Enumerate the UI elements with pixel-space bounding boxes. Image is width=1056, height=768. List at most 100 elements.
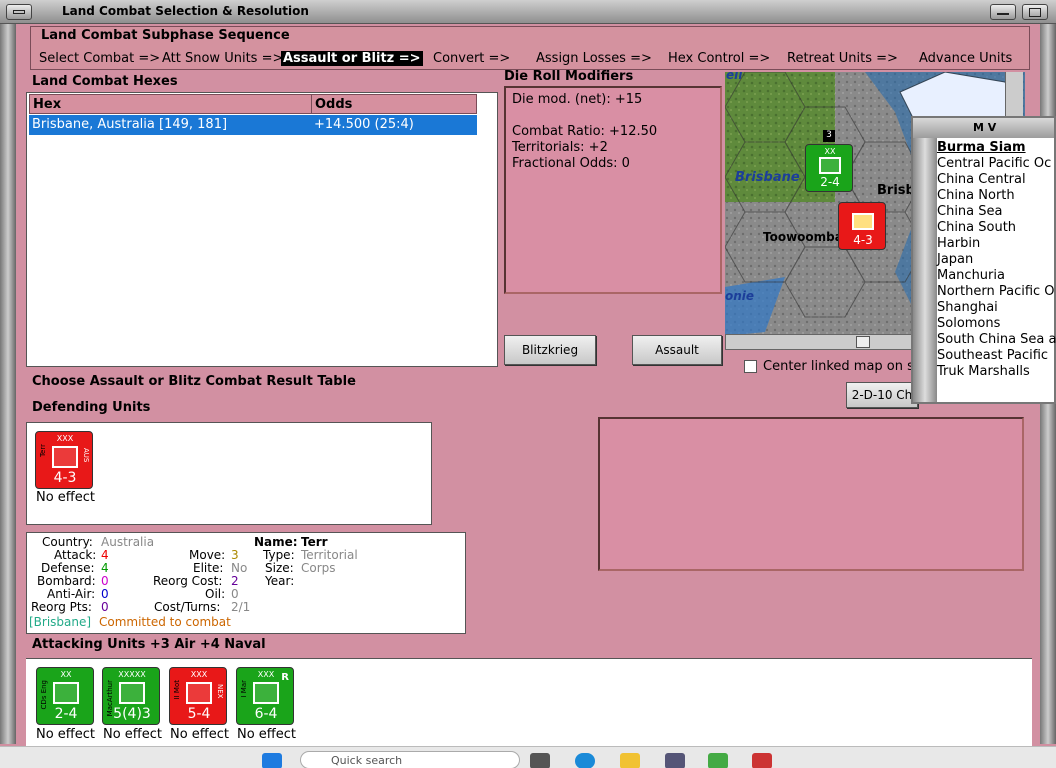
map-counter-size: XX <box>824 147 836 156</box>
search-input[interactable]: Quick search <box>300 751 520 768</box>
map-label-toowoomba: Toowoomba <box>763 230 843 244</box>
subphase-header: Land Combat Subphase Sequence <box>41 28 290 43</box>
drm-fractional: Fractional Odds: 0 <box>512 156 630 171</box>
center-link-checkbox[interactable] <box>744 360 757 373</box>
cost-value: 2/1 <box>231 600 251 614</box>
col-odds[interactable]: Odds <box>311 94 477 114</box>
hexes-table: Hex Odds Brisbane, Australia [149, 181] … <box>26 92 498 367</box>
mv-list: Burma Siam Central Pacific Oc China Cent… <box>937 140 1056 380</box>
marine-symbol-icon <box>253 682 279 704</box>
list-item[interactable]: Central Pacific Oc <box>937 156 1056 172</box>
step-retreat[interactable]: Retreat Units => <box>787 51 898 66</box>
motorized-symbol-icon <box>186 682 212 704</box>
map-horizontal-scrollbar[interactable] <box>725 334 915 350</box>
step-assign-losses[interactable]: Assign Losses => <box>536 51 652 66</box>
center-link-label: Center linked map on s <box>763 359 914 374</box>
list-item[interactable]: China South <box>937 220 1056 236</box>
reorg-value: 0 <box>101 600 109 614</box>
attacking-result-2: No effect <box>103 727 163 742</box>
counter-name: Terr <box>39 444 47 458</box>
assault-button[interactable]: Assault <box>632 335 722 365</box>
dice-button[interactable]: 2-D-10 Ch <box>846 382 918 408</box>
result-panel <box>598 417 1024 571</box>
hexes-label: Land Combat Hexes <box>32 74 178 89</box>
list-item[interactable]: Northern Pacific O <box>937 284 1056 300</box>
list-item[interactable]: South China Sea a <box>937 332 1056 348</box>
counter-strength: 2-4 <box>54 706 78 722</box>
counter-strength: 6-4 <box>254 706 278 722</box>
list-item[interactable]: China Sea <box>937 204 1056 220</box>
attacking-counter-2[interactable]: XXXXX MacArthur 5(4)3 <box>102 667 160 725</box>
calculator-icon[interactable] <box>665 753 685 768</box>
defending-counter[interactable]: XXX Terr AUS 4-3 <box>35 431 93 489</box>
step-hex-control[interactable]: Hex Control => <box>668 51 770 66</box>
list-item[interactable]: China North <box>937 188 1056 204</box>
map-counter-green[interactable]: XX 2-4 <box>805 144 853 192</box>
list-item[interactable]: Shanghai <box>937 300 1056 316</box>
blitzkrieg-button[interactable]: Blitzkrieg <box>504 335 596 365</box>
scroll-thumb[interactable] <box>856 336 870 348</box>
step-assault-blitz[interactable]: Assault or Blitz => <box>281 51 423 66</box>
list-item[interactable]: Southeast Pacific <box>937 348 1056 364</box>
size-value: Corps <box>301 561 336 575</box>
cost-key: Cost/Turns: <box>154 600 221 614</box>
maximize-icon[interactable] <box>1022 4 1048 20</box>
title-bar: Land Combat Selection & Resolution <box>0 0 1056 24</box>
status-text: Committed to combat <box>99 615 231 629</box>
hq-symbol-icon <box>119 682 145 704</box>
map-label-bottom: onie <box>725 289 755 303</box>
taskbar: Quick search <box>0 746 1056 768</box>
list-item[interactable]: Burma Siam <box>937 140 1056 156</box>
drm-label: Die Roll Modifiers <box>504 69 634 84</box>
minimize-icon[interactable] <box>990 4 1016 20</box>
stack-count-badge: 3 <box>823 130 835 142</box>
list-item[interactable]: China Central <box>937 172 1056 188</box>
subphase-panel: Land Combat Subphase Sequence Select Com… <box>30 26 1030 70</box>
window-menu-icon[interactable] <box>6 4 32 20</box>
reorg-key: Reorg Pts: <box>31 600 92 614</box>
list-item[interactable]: Solomons <box>937 316 1056 332</box>
list-item[interactable]: Japan <box>937 252 1056 268</box>
start-icon[interactable] <box>262 753 282 768</box>
step-convert[interactable]: Convert => <box>433 51 510 66</box>
attacking-result-1: No effect <box>36 727 96 742</box>
map-label-top: ell <box>726 72 743 82</box>
game-icon[interactable] <box>752 753 772 768</box>
counter-name: I Mar <box>240 680 248 698</box>
app-icon[interactable] <box>708 753 728 768</box>
attacking-counter-4[interactable]: XXX I Mar R 6-4 <box>236 667 294 725</box>
attacking-label: Attacking Units +3 Air +4 Naval <box>32 637 266 652</box>
list-item[interactable]: Harbin <box>937 236 1056 252</box>
map-counter-red[interactable]: 4-3 <box>838 202 886 250</box>
map-counter-strength: 2-4 <box>820 175 840 189</box>
list-item[interactable]: Truk Marshalls <box>937 364 1056 380</box>
counter-nation: AUS <box>82 448 90 463</box>
search-placeholder: Quick search <box>331 754 403 767</box>
step-att-snow[interactable]: Att Snow Units => <box>162 51 283 66</box>
step-advance[interactable]: Advance Units <box>919 51 1012 66</box>
folder-icon[interactable] <box>620 753 640 768</box>
table-row[interactable]: Brisbane, Australia [149, 181] +14.500 (… <box>29 115 477 135</box>
engineer-symbol-icon <box>53 682 79 704</box>
attacking-counter-1[interactable]: XX CDs Eng 2-4 <box>36 667 94 725</box>
counter-size: XXX <box>56 434 74 443</box>
edge-icon[interactable] <box>575 753 595 768</box>
territorial-symbol-icon <box>52 446 78 468</box>
crt-label: Choose Assault or Blitz Combat Result Ta… <box>32 374 356 389</box>
map-view-list-window[interactable]: M V Burma Siam Central Pacific Oc China … <box>911 116 1056 404</box>
counter-size: XXXXX <box>118 670 146 679</box>
attacking-result-3: No effect <box>170 727 230 742</box>
attacking-counter-3[interactable]: XXX II Mot NEX 5-4 <box>169 667 227 725</box>
infantry-symbol-icon <box>819 157 841 174</box>
drm-territorials: Territorials: +2 <box>512 140 608 155</box>
defending-result: No effect <box>36 490 96 505</box>
mv-side-frame <box>913 138 937 402</box>
counter-strength: 5-4 <box>187 706 211 722</box>
map-label-brisbane: Brisbane <box>735 170 800 185</box>
counter-strength: 5(4)3 <box>113 706 151 722</box>
col-hex[interactable]: Hex <box>29 94 312 114</box>
step-select-combat[interactable]: Select Combat => <box>39 51 160 66</box>
task-view-icon[interactable] <box>530 753 550 768</box>
list-item[interactable]: Manchuria <box>937 268 1056 284</box>
attacking-result-4: No effect <box>237 727 297 742</box>
